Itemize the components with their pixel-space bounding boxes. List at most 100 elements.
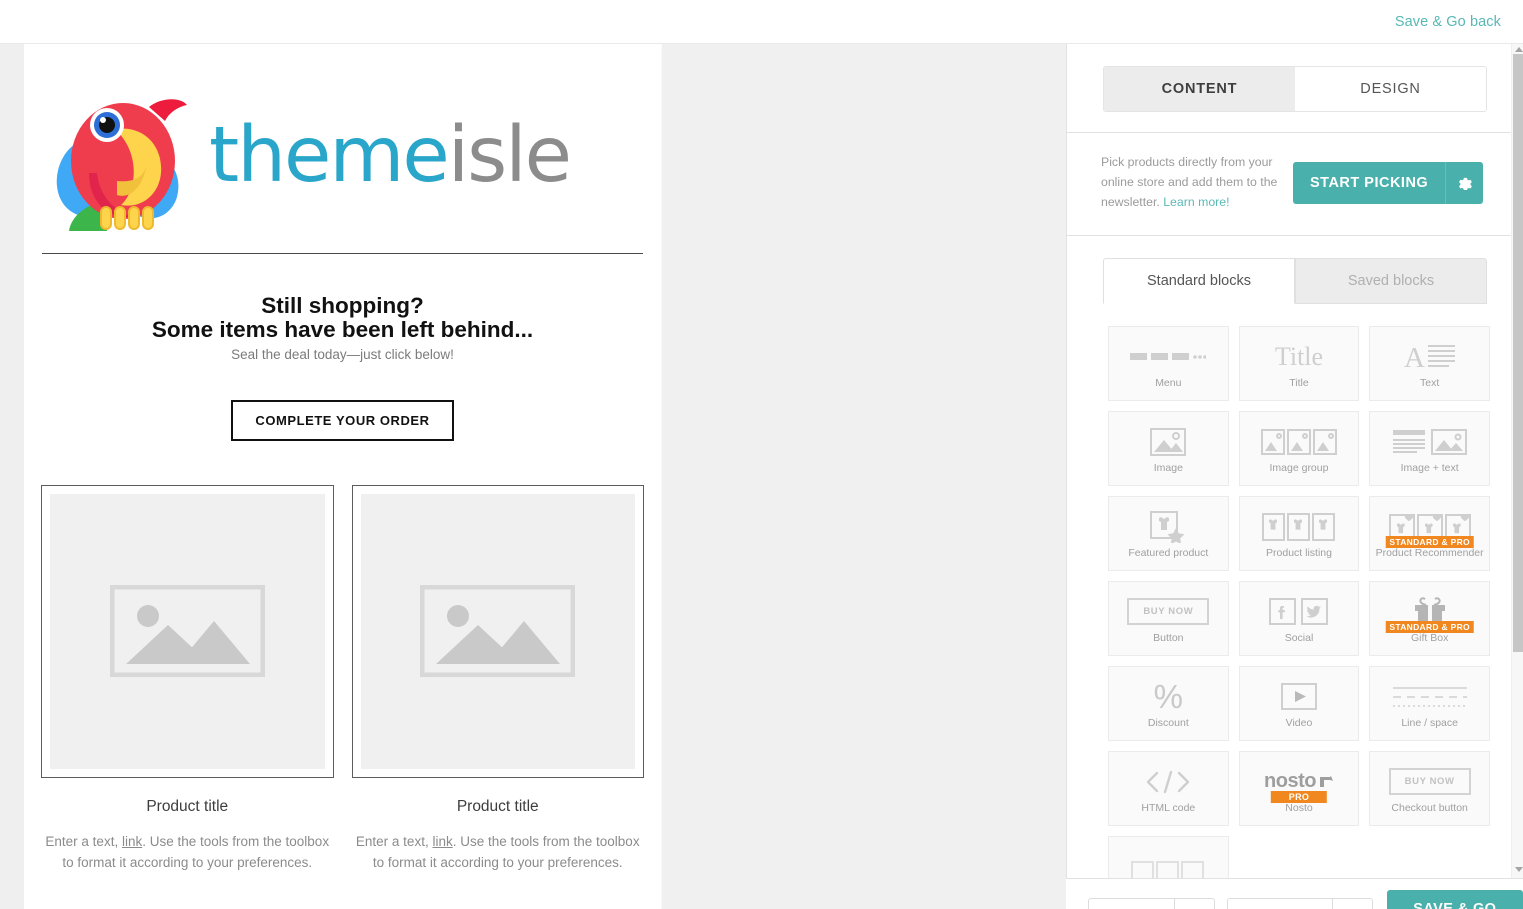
start-picking-group: START PICKING <box>1293 161 1484 204</box>
picker-text-line2: online store and add them to the <box>1101 174 1278 189</box>
block-partial-next[interactable] <box>1108 836 1229 878</box>
picker-description: Pick products directly from your online … <box>1101 153 1279 213</box>
start-picking-button[interactable]: START PICKING <box>1293 161 1446 204</box>
product-image-frame-1[interactable] <box>41 484 334 778</box>
tab-content[interactable]: CONTENT <box>1104 67 1295 111</box>
save-and-go-back-button[interactable]: SAVE & GO BACK <box>1386 890 1523 909</box>
featured-product-icon <box>1150 509 1186 545</box>
block-checkout-button[interactable]: BUY NOW Checkout button <box>1369 751 1490 826</box>
block-featured-product[interactable]: Featured product <box>1108 496 1229 571</box>
badge-standard-pro: STANDARD & PRO <box>1385 535 1474 548</box>
save-button[interactable]: Save <box>1088 898 1176 909</box>
buy-now-button-icon: BUY NOW <box>1127 594 1210 630</box>
svg-text:A: A <box>1404 342 1425 372</box>
block-image[interactable]: Image <box>1108 411 1229 486</box>
headline-line-1: Still shopping? <box>261 293 424 318</box>
product-desc-prefix-1: Enter a text, <box>45 833 122 849</box>
block-menu[interactable]: Menu <box>1108 326 1229 401</box>
panel-vertical-scrollbar[interactable] <box>1511 44 1523 878</box>
text-icon: A <box>1404 339 1456 375</box>
email-headline-block[interactable]: Still shopping? Some items have been lef… <box>24 294 661 342</box>
block-label: Menu <box>1155 376 1182 389</box>
block-image-text[interactable]: Image + text <box>1369 411 1490 486</box>
blocks-grid: Menu Title Title A Text Image Image grou… <box>1067 316 1523 878</box>
logo-word-theme: theme <box>209 111 450 200</box>
block-label: Checkout button <box>1391 801 1468 814</box>
themeisle-wordmark: themeisle <box>209 117 572 194</box>
block-label: Text <box>1420 376 1440 389</box>
product-desc-prefix-2: Enter a text, <box>355 833 433 849</box>
block-discount[interactable]: % Discount <box>1108 666 1229 741</box>
block-nosto[interactable]: nosto PRO Nosto <box>1238 751 1360 826</box>
gear-icon <box>1459 178 1473 191</box>
product-title-1: Product title <box>146 797 229 815</box>
block-label: HTML code <box>1141 801 1196 814</box>
block-html-code[interactable]: HTML code <box>1108 751 1229 826</box>
preview-button[interactable]: Preview <box>1227 898 1333 909</box>
product-desc-link-1[interactable]: link <box>122 834 142 849</box>
logo-word-isle: isle <box>447 111 572 200</box>
buy-now-label: BUY NOW <box>1127 598 1210 625</box>
block-social[interactable]: Social <box>1238 581 1360 656</box>
email-canvas-scroll-area: themeisle Still shopping? Some items hav… <box>24 44 1052 909</box>
percent-icon: % <box>1153 678 1183 715</box>
editor-body: themeisle Still shopping? Some items hav… <box>0 44 1523 909</box>
nosto-icon: nosto PRO <box>1264 764 1334 803</box>
tab-standard-blocks[interactable]: Standard blocks <box>1103 257 1295 304</box>
product-listing-icon <box>1261 509 1336 545</box>
product-card-1[interactable]: Product title Enter a text, link. Use th… <box>41 484 334 874</box>
tab-design[interactable]: DESIGN <box>1295 67 1486 111</box>
block-image-group[interactable]: Image group <box>1238 411 1360 486</box>
block-label: Video <box>1285 716 1313 729</box>
image-text-icon <box>1392 424 1467 460</box>
image-icon <box>1150 424 1187 460</box>
tab-saved-blocks[interactable]: Saved blocks <box>1295 257 1487 304</box>
image-placeholder-icon <box>109 585 265 678</box>
block-tabs: Standard blocks Saved blocks <box>1103 257 1487 304</box>
block-button[interactable]: BUY NOW Button <box>1108 581 1229 656</box>
block-product-recommender[interactable]: STANDARD & PRO Product Recommender <box>1369 496 1490 571</box>
product-description-2: Enter a text, link. Use the tools from t… <box>352 832 645 874</box>
block-video[interactable]: Video <box>1238 666 1360 741</box>
preview-dropdown-toggle[interactable] <box>1332 898 1373 909</box>
product-desc-link-2[interactable]: link <box>432 834 452 849</box>
block-gift-box[interactable]: STANDARD & PRO Gift Box <box>1369 581 1490 656</box>
product-title-2: Product title <box>456 797 539 815</box>
top-save-and-go-back-link[interactable]: Save & Go back <box>1395 14 1501 30</box>
block-label: Social <box>1284 631 1314 644</box>
gift-box-icon: STANDARD & PRO <box>1385 594 1474 633</box>
top-bar: Save & Go back <box>0 0 1523 44</box>
picker-settings-button[interactable] <box>1445 161 1484 204</box>
email-canvas: themeisle Still shopping? Some items hav… <box>24 44 661 909</box>
buy-now-label: BUY NOW <box>1388 768 1471 795</box>
recommender-icon: STANDARD & PRO <box>1385 509 1474 548</box>
product-description-1: Enter a text, link. Use the tools from t… <box>41 832 334 874</box>
product-card-2[interactable]: Product title Enter a text, link. Use th… <box>351 484 645 874</box>
panel-scroll-down-arrow-icon[interactable] <box>1512 864 1523 875</box>
complete-your-order-button[interactable]: COMPLETE YOUR ORDER <box>231 399 454 441</box>
main-tabs: CONTENT DESIGN <box>1103 66 1487 112</box>
save-split-button: Save <box>1088 898 1216 909</box>
parrot-logo-icon <box>41 81 193 231</box>
learn-more-link[interactable]: Learn more! <box>1163 195 1229 209</box>
block-label: Title <box>1289 376 1309 389</box>
block-product-listing[interactable]: Product listing <box>1238 496 1360 571</box>
image-group-icon <box>1260 424 1337 460</box>
block-label: Nosto <box>1285 801 1313 814</box>
product-image-frame-2[interactable] <box>351 484 644 778</box>
block-label: Image group <box>1269 461 1329 474</box>
block-line-space[interactable]: Line / space <box>1369 666 1490 741</box>
badge-pro: PRO <box>1270 790 1328 803</box>
block-title[interactable]: Title Title <box>1238 326 1360 401</box>
email-logo-block[interactable]: themeisle <box>24 44 661 231</box>
block-text[interactable]: A Text <box>1369 326 1490 401</box>
block-label: Product Recommender <box>1375 546 1484 559</box>
save-dropdown-toggle[interactable] <box>1175 898 1216 909</box>
social-icon <box>1268 594 1329 630</box>
headline-line-2: Some items have been left behind... <box>151 316 534 342</box>
email-subheadline: Seal the deal today—just click below! <box>231 346 454 362</box>
code-icon <box>1144 764 1192 800</box>
block-label: Discount <box>1147 716 1189 729</box>
panel-scroll-thumb[interactable] <box>1513 54 1523 652</box>
block-label: Image <box>1153 461 1183 474</box>
